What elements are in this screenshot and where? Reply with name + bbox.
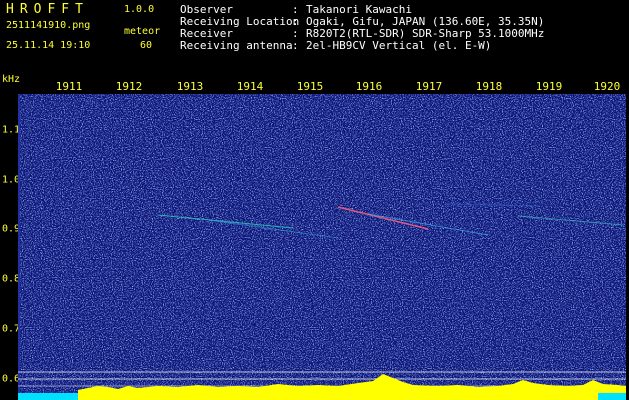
- x-tick-label: 1914: [236, 80, 264, 93]
- x-tick-label: 1913: [176, 80, 204, 93]
- x-tick-label: 1916: [355, 80, 383, 93]
- spectrogram: [18, 94, 626, 400]
- header-panel: HROFFT 1.0.0 2511141910.png 25.11.14 19:…: [0, 0, 629, 72]
- app-version: 1.0.0: [124, 4, 155, 15]
- app-title: HROFFT: [6, 2, 89, 17]
- noise-texture: [18, 94, 626, 400]
- y-axis-unit: kHz: [2, 74, 21, 85]
- x-tick-label: 1920: [593, 80, 621, 93]
- capture-datetime: 25.11.14 19:10: [6, 40, 91, 51]
- info-key: Receiving antenna: [180, 39, 293, 52]
- file-name: 2511141910.png: [6, 20, 91, 31]
- info-separator: :: [292, 39, 299, 52]
- meteor-count: 60: [140, 40, 153, 51]
- station-info: Observer: Takanori Kawachi Receiving Loca…: [180, 4, 544, 52]
- x-tick-label: 1912: [115, 80, 143, 93]
- x-tick-label: 1911: [55, 80, 83, 93]
- x-tick-label: 1919: [535, 80, 563, 93]
- level-bar-cyan: [18, 393, 78, 400]
- x-tick-label: 1917: [415, 80, 443, 93]
- info-value: 2el-HB9CV Vertical (el. E-W): [306, 39, 492, 52]
- left-edge-band: [18, 94, 20, 400]
- x-tick-label: 1918: [475, 80, 503, 93]
- meteor-label: meteor: [124, 26, 161, 37]
- info-row-antenna: Receiving antenna: 2el-HB9CV Vertical (el…: [180, 40, 544, 52]
- level-bar-cyan: [598, 393, 626, 400]
- x-tick-label: 1915: [296, 80, 324, 93]
